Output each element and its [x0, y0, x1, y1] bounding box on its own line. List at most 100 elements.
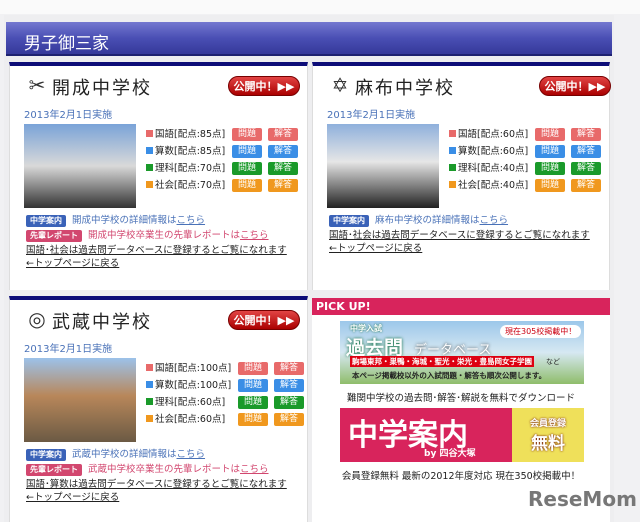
- school-crest-icon: ✂: [28, 73, 46, 97]
- subject-color-icon: [146, 364, 153, 371]
- answer-button[interactable]: 解答: [571, 179, 601, 192]
- answer-button[interactable]: 解答: [268, 128, 298, 141]
- subject-score: 算数[配点:85点]: [146, 145, 225, 159]
- question-button[interactable]: 問題: [232, 179, 262, 192]
- info-text: 武蔵中学校の詳細情報は: [72, 449, 177, 460]
- subject-score: 国語[配点:100点]: [146, 362, 231, 376]
- chugaku-annai-banner[interactable]: 中学案内 by 四谷大塚 会員登録 無料: [340, 408, 584, 462]
- school-photo: [24, 124, 136, 208]
- info-tag: 中学案内: [329, 215, 369, 227]
- answer-button[interactable]: 解答: [268, 179, 298, 192]
- question-button[interactable]: 問題: [232, 162, 262, 175]
- answer-button[interactable]: 解答: [268, 162, 298, 175]
- subject-label: 算数[配点:85点]: [155, 146, 226, 157]
- info-text: 麻布中学校の詳細情報は: [375, 215, 480, 226]
- school-name: 開成中学校: [52, 78, 152, 99]
- exam-date: 2013年2月1日実施: [327, 110, 416, 121]
- subject-color-icon: [146, 398, 153, 405]
- open-button[interactable]: 公開中！▶▶: [228, 310, 300, 330]
- database-note-link[interactable]: 国語･社会は過去問データベースに登録するとご覧になれます: [26, 242, 287, 256]
- info-link[interactable]: こちら: [480, 215, 509, 226]
- section-title: 男子御三家: [24, 34, 109, 54]
- banner2-by: by 四谷大塚: [424, 449, 476, 459]
- school-name: 武蔵中学校: [52, 312, 152, 333]
- banner-note: 本ページ掲載校以外の入試問題・解答も順次公開します。: [352, 371, 547, 380]
- pickup-caption-1: 難関中学校の過去問･解答･解説を無料でダウンロード: [346, 393, 575, 404]
- subject-score: 理科[配点:40点]: [449, 162, 528, 176]
- subject-color-icon: [146, 415, 153, 422]
- exam-date: 2013年2月1日実施: [24, 344, 113, 355]
- subject-score: 社会[配点:40点]: [449, 179, 528, 193]
- subject-score: 算数[配点:60点]: [449, 145, 528, 159]
- school-crest-icon: ◎: [28, 307, 46, 331]
- question-button[interactable]: 問題: [238, 379, 268, 392]
- question-button[interactable]: 問題: [232, 128, 262, 141]
- open-button[interactable]: 公開中！▶▶: [228, 76, 300, 96]
- question-button[interactable]: 問題: [238, 413, 268, 426]
- question-button[interactable]: 問題: [535, 128, 565, 141]
- subject-label: 社会[配点:70点]: [155, 180, 226, 191]
- subject-color-icon: [449, 181, 456, 188]
- subject-label: 理科[配点:70点]: [155, 163, 226, 174]
- info-link[interactable]: こちら: [177, 449, 206, 460]
- question-button[interactable]: 問題: [535, 145, 565, 158]
- kakomon-database-banner[interactable]: 中学入試 過去問 データベース 現在305校掲載中！ 駒場東邦・巣鴨・海城・聖光…: [340, 321, 584, 384]
- subject-label: 社会[配点:60点]: [155, 414, 226, 425]
- question-button[interactable]: 問題: [232, 145, 262, 158]
- banner-schools: 駒場東邦・巣鴨・海城・聖光・栄光・豊島岡女子学園: [350, 356, 534, 367]
- subject-label: 社会[配点:40点]: [458, 180, 529, 191]
- subject-color-icon: [449, 164, 456, 171]
- subject-score: 社会[配点:70点]: [146, 179, 225, 193]
- school-photo: [24, 358, 136, 442]
- subject-color-icon: [449, 130, 456, 137]
- subject-score: 国語[配点:60点]: [449, 128, 528, 142]
- pickup-caption-2: 会員登録無料 最新の2012年度対応 現在350校掲載中！: [341, 471, 581, 482]
- subject-score: 国語[配点:85点]: [146, 128, 225, 142]
- answer-button[interactable]: 解答: [268, 145, 298, 158]
- school-card: ✂ 開成中学校 公開中！▶▶ 2013年2月1日実施 国語[配点:85点] 問題…: [9, 62, 308, 290]
- info-link[interactable]: こちら: [177, 215, 206, 226]
- section-header: 男子御三家: [6, 22, 612, 56]
- pickup-header: PICK UP!: [312, 298, 610, 315]
- question-button[interactable]: 問題: [535, 162, 565, 175]
- database-note-link[interactable]: 国語･社会は過去問データベースに登録するとご覧になれます: [329, 227, 590, 241]
- answer-button[interactable]: 解答: [571, 162, 601, 175]
- question-button[interactable]: 問題: [238, 362, 268, 375]
- report-tag: 先輩レポート: [26, 230, 82, 242]
- back-to-top-link[interactable]: ←トップページに戻る: [26, 255, 119, 269]
- top-strip: [0, 0, 640, 14]
- subject-color-icon: [146, 130, 153, 137]
- subject-label: 国語[配点:60点]: [458, 129, 529, 140]
- open-button[interactable]: 公開中！▶▶: [539, 76, 611, 96]
- answer-button[interactable]: 解答: [274, 362, 304, 375]
- subject-score: 理科[配点:70点]: [146, 162, 225, 176]
- school-crest-icon: ✡: [331, 73, 349, 97]
- database-note-link[interactable]: 国語･算数は過去問データベースに登録するとご覧になれます: [26, 476, 287, 490]
- answer-button[interactable]: 解答: [274, 379, 304, 392]
- question-button[interactable]: 問題: [238, 396, 268, 409]
- school-card: ✡ 麻布中学校 公開中！▶▶ 2013年2月1日実施 国語[配点:60点] 問題…: [312, 62, 611, 290]
- subject-color-icon: [146, 164, 153, 171]
- report-text: 開成中学校卒業生の先輩レポートは: [88, 230, 241, 241]
- banner2-badge1: 会員登録: [529, 419, 566, 429]
- back-to-top-link[interactable]: ←トップページに戻る: [26, 489, 119, 503]
- answer-button[interactable]: 解答: [571, 145, 601, 158]
- back-to-top-link[interactable]: ←トップページに戻る: [329, 240, 422, 254]
- banner2-badge2: 無料: [531, 434, 565, 454]
- report-tag: 先輩レポート: [26, 464, 82, 476]
- answer-button[interactable]: 解答: [571, 128, 601, 141]
- subject-label: 理科[配点:60点]: [155, 397, 226, 408]
- report-row: 先輩レポート 開成中学校卒業生の先輩レポートはこちら: [26, 227, 269, 242]
- school-photo: [327, 124, 439, 208]
- subject-label: 国語[配点:100点]: [155, 363, 232, 374]
- question-button[interactable]: 問題: [535, 179, 565, 192]
- info-row: 中学案内 武蔵中学校の詳細情報はこちら: [26, 446, 205, 461]
- subject-score: 社会[配点:60点]: [146, 413, 225, 427]
- answer-button[interactable]: 解答: [274, 396, 304, 409]
- report-link[interactable]: こちら: [240, 230, 269, 241]
- report-link[interactable]: こちら: [240, 464, 269, 475]
- subject-score: 算数[配点:100点]: [146, 379, 231, 393]
- info-tag: 中学案内: [26, 215, 66, 227]
- resemom-watermark: ReseMom: [528, 487, 637, 511]
- answer-button[interactable]: 解答: [274, 413, 304, 426]
